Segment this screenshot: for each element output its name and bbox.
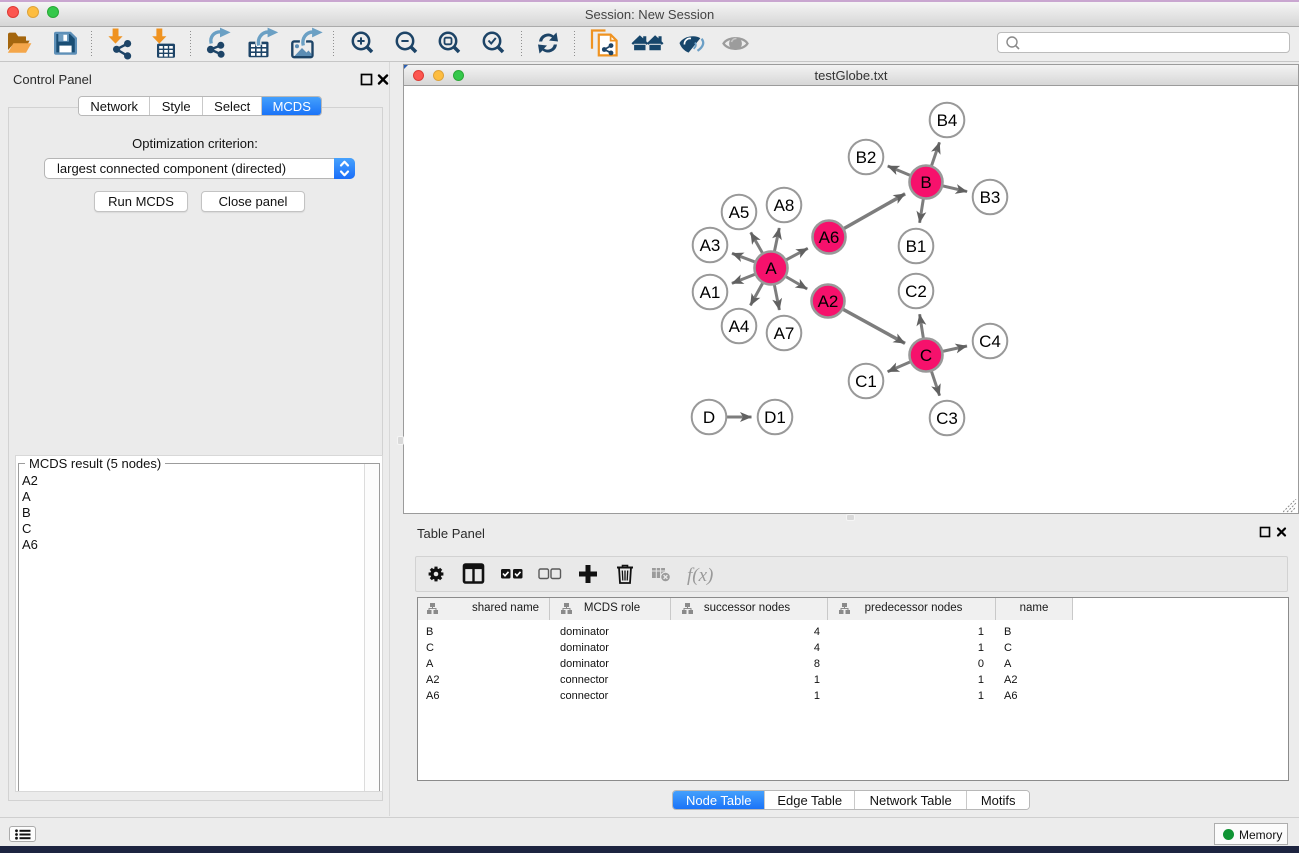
svg-text:B2: B2 <box>856 148 877 167</box>
svg-text:A2: A2 <box>818 292 839 311</box>
svg-text:A6: A6 <box>819 228 840 247</box>
svg-text:C3: C3 <box>936 409 958 428</box>
svg-text:A7: A7 <box>774 324 795 343</box>
svg-text:D1: D1 <box>764 408 786 427</box>
svg-text:A1: A1 <box>700 283 721 302</box>
svg-text:A3: A3 <box>700 236 721 255</box>
svg-text:C1: C1 <box>855 372 877 391</box>
svg-text:B4: B4 <box>937 111 958 130</box>
svg-text:D: D <box>703 408 715 427</box>
svg-text:C2: C2 <box>905 282 927 301</box>
svg-text:A8: A8 <box>774 196 795 215</box>
svg-text:B: B <box>920 173 931 192</box>
svg-text:f(x): f(x) <box>687 565 713 586</box>
svg-text:B1: B1 <box>906 237 927 256</box>
svg-text:B3: B3 <box>980 188 1001 207</box>
svg-text:A: A <box>765 259 777 278</box>
svg-text:A5: A5 <box>729 203 750 222</box>
svg-text:C4: C4 <box>979 332 1001 351</box>
svg-text:A4: A4 <box>729 317 750 336</box>
svg-text:C: C <box>920 346 932 365</box>
